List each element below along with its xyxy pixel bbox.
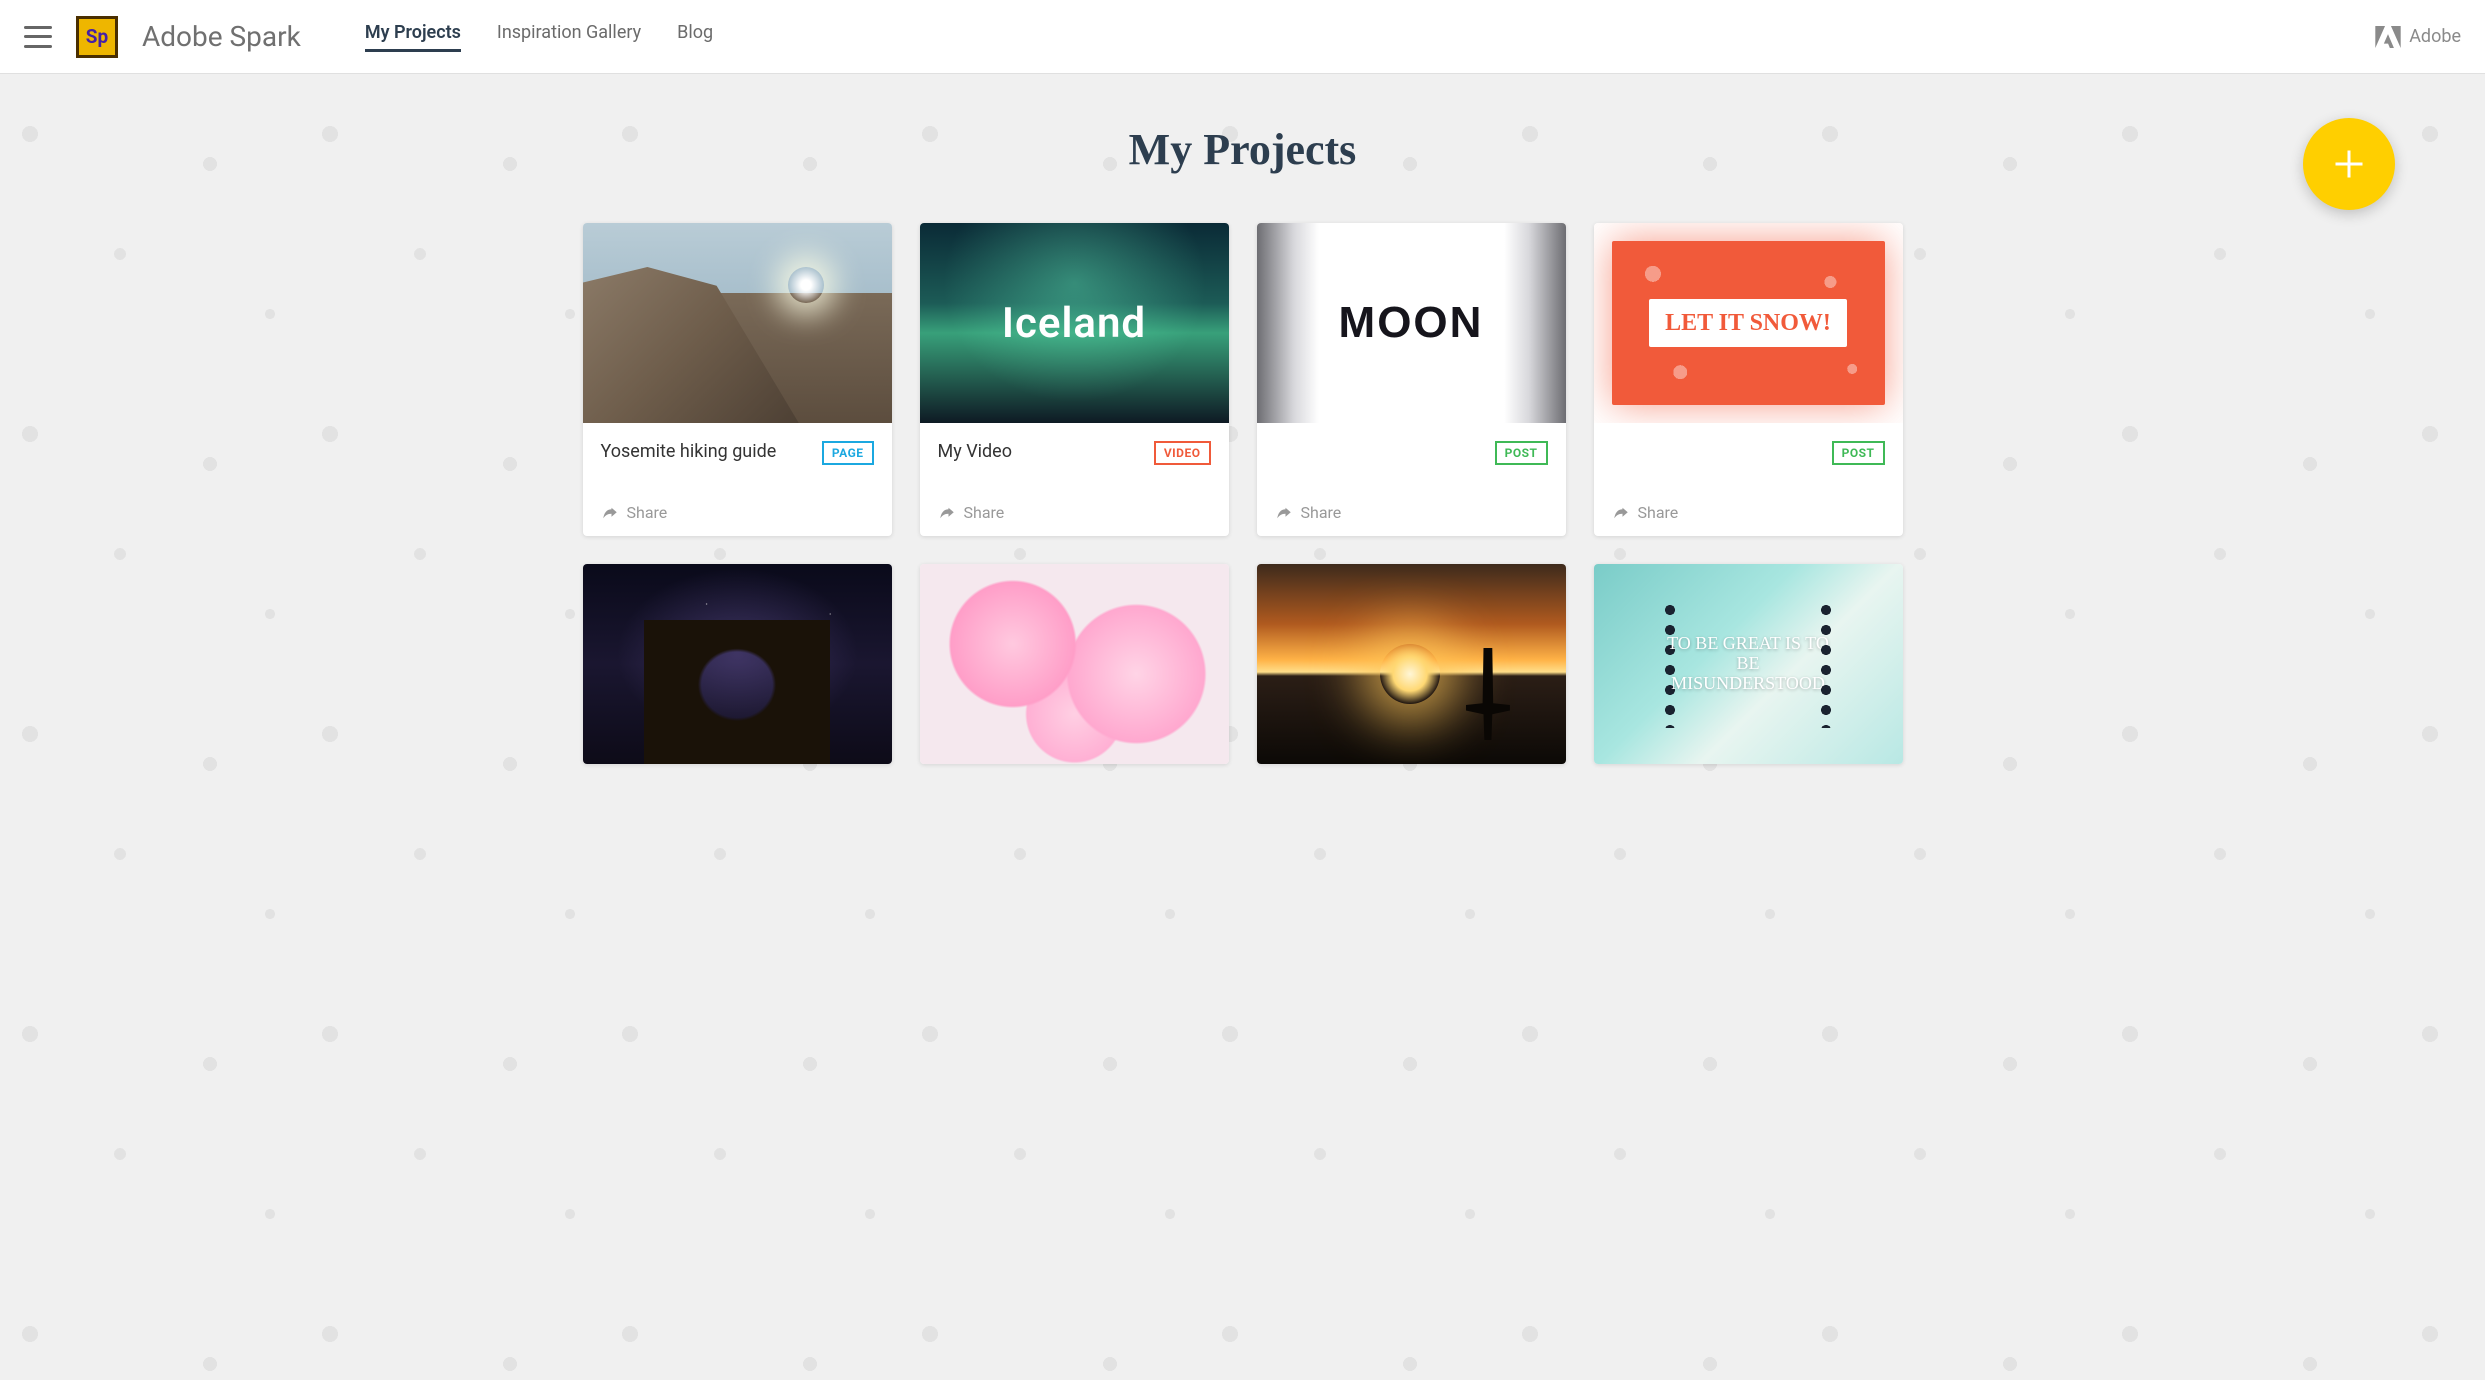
share-icon — [938, 504, 956, 522]
share-icon — [1275, 504, 1293, 522]
share-label: Share — [1301, 503, 1342, 522]
project-thumbnail: Iceland — [920, 223, 1229, 423]
thumbnail-overlay-text: Iceland — [1002, 299, 1146, 348]
card-body: POST Share — [1594, 423, 1903, 536]
share-button[interactable]: Share — [938, 503, 1211, 522]
share-label: Share — [964, 503, 1005, 522]
share-icon — [601, 504, 619, 522]
projects-grid: Yosemite hiking guide PAGE Share Iceland… — [583, 223, 1903, 764]
share-label: Share — [1638, 503, 1679, 522]
share-icon — [1612, 504, 1630, 522]
project-card[interactable] — [583, 564, 892, 764]
nav-blog[interactable]: Blog — [677, 22, 713, 52]
menu-icon[interactable] — [24, 26, 52, 48]
project-card[interactable]: Iceland My Video VIDEO Share — [920, 223, 1229, 536]
app-header: Sp Adobe Spark My Projects Inspiration G… — [0, 0, 2485, 74]
adobe-brand-mark[interactable]: Adobe — [2375, 26, 2461, 48]
project-card[interactable]: TO BE GREAT IS TO BE MISUNDERSTOOD — [1594, 564, 1903, 764]
project-card[interactable]: Yosemite hiking guide PAGE Share — [583, 223, 892, 536]
card-body: POST Share — [1257, 423, 1566, 536]
spark-logo[interactable]: Sp — [76, 16, 118, 58]
share-label: Share — [627, 503, 668, 522]
share-button[interactable]: Share — [1275, 503, 1548, 522]
type-badge-post: POST — [1495, 441, 1548, 465]
project-card[interactable] — [1257, 564, 1566, 764]
project-thumbnail — [1257, 564, 1566, 764]
project-thumbnail: MOON — [1257, 223, 1566, 423]
thumbnail-overlay-text: MOON — [1339, 298, 1484, 348]
project-thumbnail: LET IT SNOW! — [1594, 223, 1903, 423]
nav-inspiration-gallery[interactable]: Inspiration Gallery — [497, 22, 641, 52]
project-title: Yosemite hiking guide — [601, 441, 822, 462]
nav-my-projects[interactable]: My Projects — [365, 22, 461, 52]
project-card[interactable] — [920, 564, 1229, 764]
adobe-label: Adobe — [2409, 26, 2461, 47]
primary-nav: My Projects Inspiration Gallery Blog — [365, 22, 713, 52]
card-body: Yosemite hiking guide PAGE Share — [583, 423, 892, 536]
adobe-logo-icon — [2375, 26, 2401, 48]
project-title: My Video — [938, 441, 1154, 462]
thumbnail-overlay-text: LET IT SNOW! — [1649, 299, 1847, 347]
page-title: My Projects — [90, 124, 2395, 175]
header-left-group: Sp Adobe Spark My Projects Inspiration G… — [24, 16, 713, 58]
project-thumbnail — [583, 223, 892, 423]
plus-icon — [2331, 146, 2367, 182]
type-badge-page: PAGE — [822, 441, 874, 465]
create-new-button[interactable] — [2303, 118, 2395, 210]
type-badge-video: VIDEO — [1154, 441, 1211, 465]
page-main: My Projects Yosemite hiking guide PAGE S… — [0, 74, 2485, 1380]
project-thumbnail — [583, 564, 892, 764]
project-card[interactable]: LET IT SNOW! POST Share — [1594, 223, 1903, 536]
thumbnail-overlay-text: TO BE GREAT IS TO BE MISUNDERSTOOD — [1661, 594, 1834, 734]
share-button[interactable]: Share — [1612, 503, 1885, 522]
type-badge-post: POST — [1832, 441, 1885, 465]
brand-name: Adobe Spark — [142, 20, 301, 53]
project-thumbnail: TO BE GREAT IS TO BE MISUNDERSTOOD — [1594, 564, 1903, 764]
card-body: My Video VIDEO Share — [920, 423, 1229, 536]
project-card[interactable]: MOON POST Share — [1257, 223, 1566, 536]
project-thumbnail — [920, 564, 1229, 764]
share-button[interactable]: Share — [601, 503, 874, 522]
